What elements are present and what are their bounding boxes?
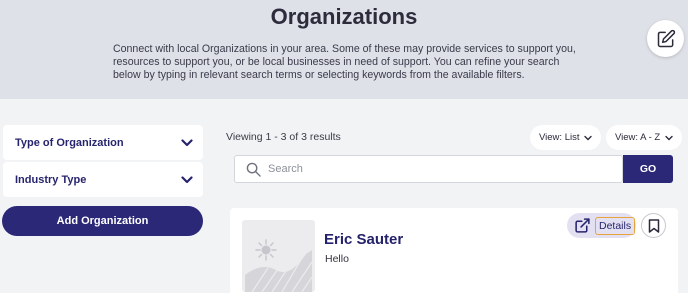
search-icon — [246, 162, 261, 177]
edit-icon — [657, 29, 675, 47]
organization-name[interactable]: Eric Sauter — [324, 231, 403, 248]
chevron-down-icon — [665, 135, 673, 140]
organization-image-placeholder — [242, 220, 315, 292]
sort-label: View: A - Z — [615, 132, 661, 143]
details-button[interactable]: Details — [567, 213, 636, 238]
view-mode-dropdown[interactable]: View: List — [530, 125, 602, 150]
results-count: Viewing 1 - 3 of 3 results — [226, 131, 341, 143]
sort-dropdown[interactable]: View: A - Z — [606, 125, 683, 150]
intro-text: Connect with local Organizations in your… — [113, 43, 576, 81]
image-placeholder-icon — [245, 239, 313, 292]
search-input[interactable] — [268, 163, 608, 175]
add-organization-button[interactable]: Add Organization — [2, 206, 203, 236]
chevron-down-icon — [181, 175, 193, 183]
edit-button[interactable] — [647, 20, 684, 57]
view-mode-label: View: List — [539, 132, 580, 143]
filter-label: Industry Type — [15, 173, 87, 186]
details-label: Details — [595, 216, 636, 235]
bookmark-icon — [648, 218, 659, 233]
chevron-down-icon — [181, 138, 193, 146]
organization-description: Hello — [325, 253, 349, 265]
search-bar — [234, 155, 623, 183]
go-button[interactable]: GO — [623, 155, 673, 183]
list-item[interactable]: Eric Sauter Hello Details — [230, 208, 678, 293]
chevron-down-icon — [584, 135, 593, 140]
filter-label: Type of Organization — [15, 136, 124, 149]
bookmark-button[interactable] — [641, 213, 666, 238]
filter-industry-type[interactable]: Industry Type — [3, 162, 203, 197]
external-link-icon — [575, 218, 590, 233]
page-title: Organizations — [270, 4, 418, 29]
page-header: Organizations Connect with local Organiz… — [0, 0, 688, 99]
filter-type-of-organization[interactable]: Type of Organization — [3, 125, 203, 160]
